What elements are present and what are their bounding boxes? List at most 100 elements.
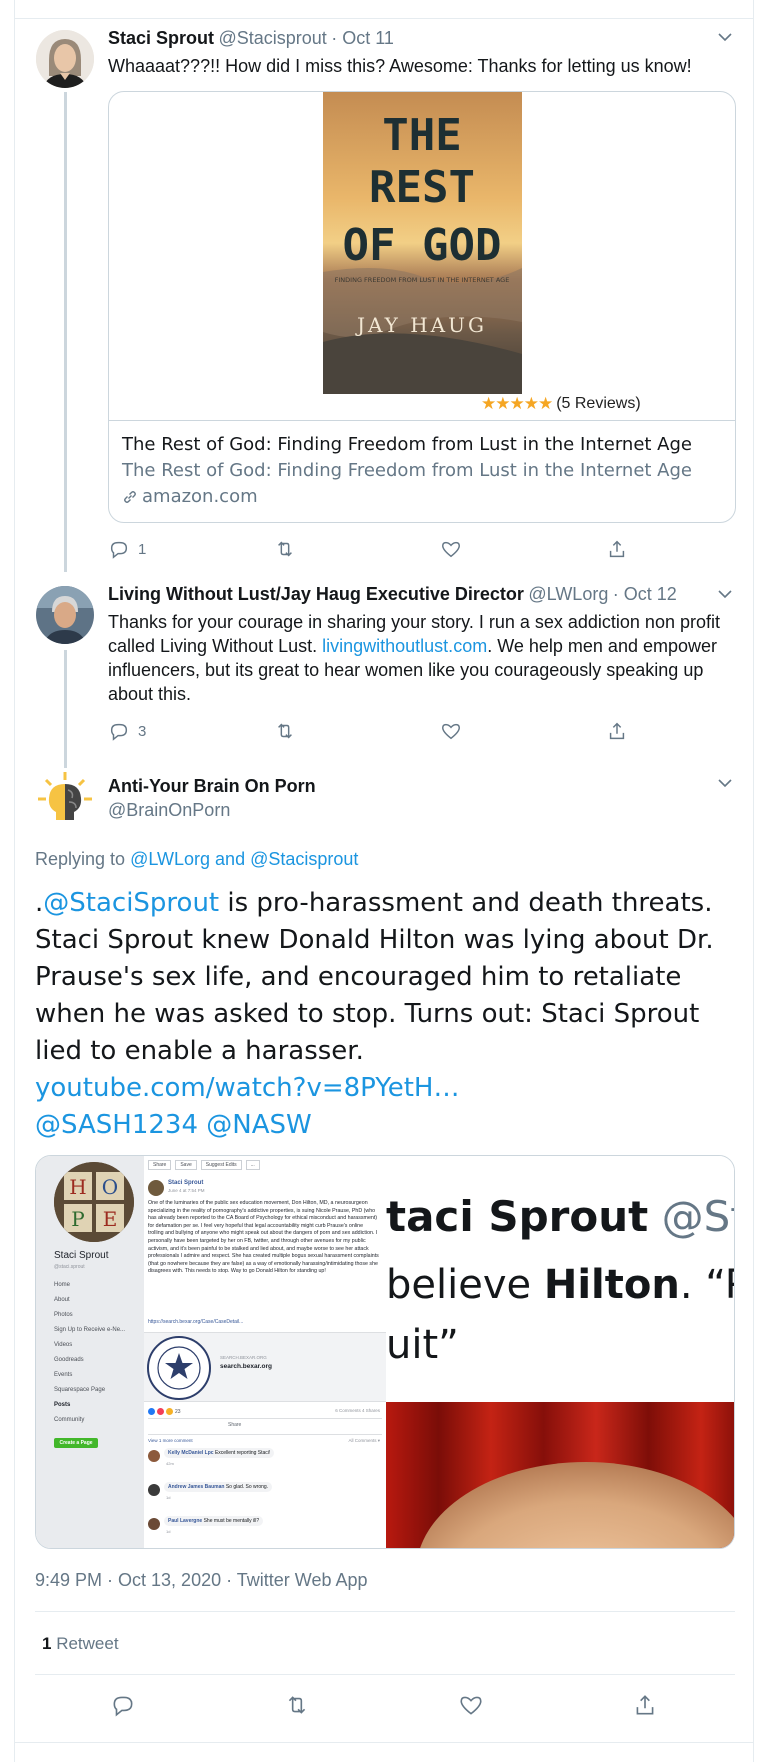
fb-nav-item: Videos [54,1342,73,1348]
fb-link-preview: SEARCH.BEXAR.ORG search.bexar.org [144,1332,386,1402]
comment-text: She must be mentally ill? [203,1518,260,1524]
book-subtitle: FINDING FREEDOM FROM LUST IN THE INTERNE… [335,276,510,284]
commenter-name: Paul Lavergne [168,1518,203,1524]
book-title-line1: THE [382,110,461,161]
fb-all-comments: All Comments ▾ [348,1438,380,1443]
avatar[interactable] [36,770,94,828]
like-button[interactable] [440,720,462,742]
fb-share-button: Share [228,1422,242,1428]
hope-letter: H [69,1175,86,1199]
chevron-down-icon[interactable] [718,30,732,44]
review-count: (5 Reviews) [556,395,641,412]
comment-time: 1d [166,1529,171,1534]
zoom-name: taci Sprout [386,1192,649,1241]
display-name[interactable]: Anti-Your Brain On Porn [108,776,316,797]
handle[interactable]: @BrainOnPorn [108,800,230,821]
zoom-handle: @Sta [661,1192,734,1241]
fb-toolbar-item: Suggest Edits [200,1160,242,1170]
card-divider [109,420,735,421]
avatar[interactable] [36,30,94,88]
zoom-line2a: believe [386,1262,544,1308]
reply-count: 3 [138,722,147,740]
zoom-line3: uit” [386,1322,459,1368]
like-reaction-icon [148,1408,155,1415]
display-name[interactable]: Staci Sprout [108,28,214,48]
fb-sidebar: H O P E Staci Sprout @staci.sprout Home … [36,1156,144,1548]
website-link[interactable]: livingwithoutlust.com [322,636,487,656]
retweet-button[interactable] [274,720,296,742]
heart-icon [442,541,460,558]
facebook-screenshot: H O P E Staci Sprout @staci.sprout Home … [36,1156,386,1548]
fb-post-text: One of the luminaries of the public sex … [148,1200,379,1275]
fb-comments: Kelly McDaniel Lpc Excellent reporting S… [148,1448,384,1548]
reply-button[interactable] [110,1692,136,1718]
comment-time: 42m [166,1461,174,1466]
share-icon [636,1695,654,1715]
commenter-avatar [148,1450,160,1462]
zoom-header: taci Sprout @Sta [386,1192,734,1241]
retweet-icon [278,723,292,739]
youtube-link[interactable]: youtube.com/watch?v=8PYetH… [35,1073,459,1103]
chevron-down-icon[interactable] [718,776,732,790]
retweet-button[interactable] [274,538,296,560]
fb-profile-name: Staci Sprout [54,1250,109,1261]
hope-letter: O [102,1175,118,1199]
tweet-timestamp[interactable]: 9:49 PM · Oct 13, 2020 · Twitter Web App [35,1570,368,1591]
share-button[interactable] [632,1692,658,1718]
fb-nav-item: Community [54,1417,85,1423]
handle[interactable]: @LWLorg [528,584,608,604]
share-button[interactable] [606,720,628,742]
book-title-line3: OF GOD [343,220,502,271]
link-icon [124,490,136,503]
handle[interactable]: @Stacisprout [218,28,326,48]
fb-toolbar-item: Share [148,1160,172,1170]
fb-nav-item: Goodreads [54,1357,84,1363]
fb-link-domain: SEARCH.BEXAR.ORG [220,1355,267,1360]
fb-nav-item: Photos [54,1312,73,1318]
commenter-name: Andrew James Bauman [168,1484,225,1490]
divider [35,1611,735,1612]
tweet-actions: 3 [108,720,628,746]
attached-image[interactable]: H O P E Staci Sprout @staci.sprout Home … [35,1155,735,1549]
reply-icon [113,1696,133,1717]
tweet-date[interactable]: · Oct 11 [331,28,394,48]
texas-seal-image [146,1335,212,1401]
share-button[interactable] [606,538,628,560]
retweet-button[interactable] [284,1692,310,1718]
commenter-name: Kelly McDaniel Lpc [168,1450,214,1456]
comment-text: So glad. So wrong. [225,1484,269,1490]
reply-button[interactable]: 1 [108,538,146,560]
top-divider [14,18,754,19]
mention-tags[interactable]: @SASH1234 @NASW [35,1110,312,1140]
comment-time: 1d [166,1495,171,1500]
love-reaction-icon [157,1408,164,1415]
retweet-stats[interactable]: 1 Retweet [42,1634,119,1654]
wow-reaction-icon [166,1408,173,1415]
fb-nav-item: Squarespace Page [54,1387,106,1393]
avatar[interactable] [36,586,94,644]
tweet-date[interactable]: · Oct 12 [613,584,677,604]
display-name[interactable]: Living Without Lust/Jay Haug Executive D… [108,584,524,604]
chevron-down-icon[interactable] [718,587,732,601]
replying-prefix: Replying to [35,849,126,869]
like-button[interactable] [458,1692,484,1718]
commenter-avatar [148,1484,160,1496]
retweet-icon [278,541,292,557]
reply-button[interactable]: 3 [108,720,146,742]
hope-letter: E [103,1207,118,1231]
zoom-line2c: . “P [679,1262,734,1308]
heart-icon [442,723,460,740]
replying-to-users[interactable]: @LWLorg and @Stacisprout [130,849,358,869]
comment-text: Excellent reporting Staci! [214,1450,271,1456]
book-author: JAY HAUG [355,313,487,337]
fb-nav-item: Sign Up to Receive e-Ne... [54,1327,126,1333]
fb-toolbar-item: ... [245,1160,260,1170]
book-title-line2: REST [369,162,475,213]
mention-link[interactable]: @StaciSprout [43,888,219,918]
fb-nav-item: Home [54,1282,71,1288]
retweet-count: 1 [42,1634,52,1653]
fb-nav-item: Events [54,1372,73,1378]
zoom-line2b: Hilton [543,1262,680,1308]
link-card[interactable]: THE REST OF GOD FINDING FREEDOM FROM LUS… [108,91,736,523]
like-button[interactable] [440,538,462,560]
